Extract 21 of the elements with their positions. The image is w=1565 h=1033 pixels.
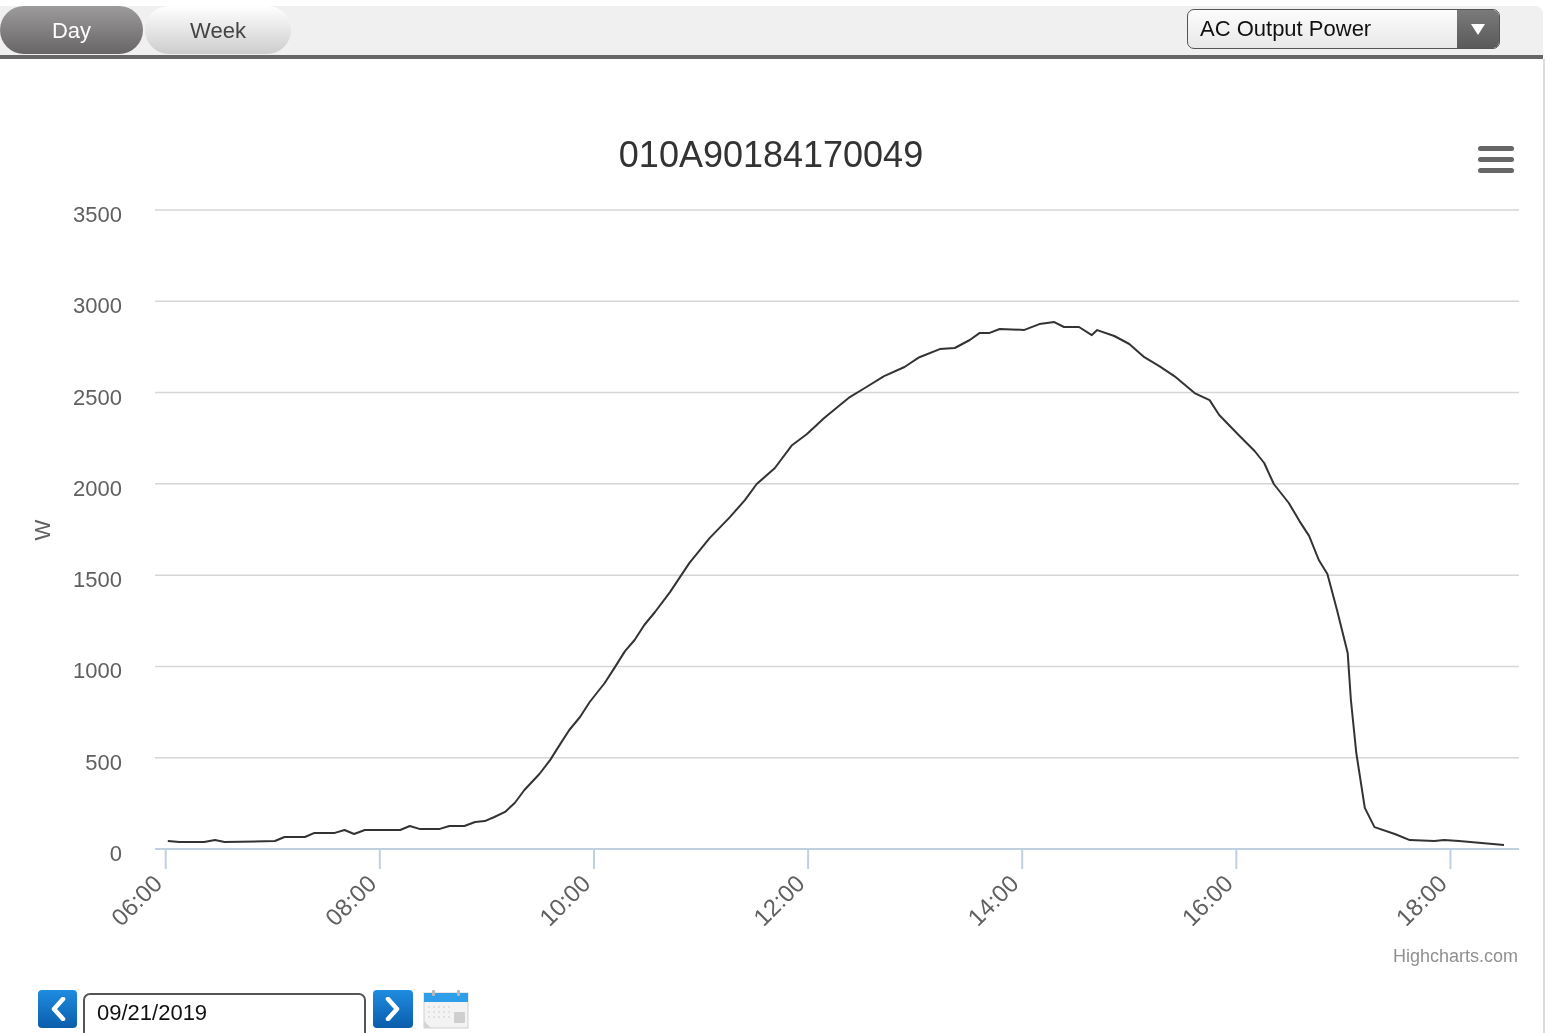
y-axis-label: 3000: [73, 293, 122, 319]
y-axis-label: 1000: [73, 658, 122, 684]
period-tab[interactable]: Week: [145, 6, 291, 54]
previous-day-button[interactable]: [38, 990, 77, 1028]
caret-icon[interactable]: [1457, 10, 1499, 48]
date-field[interactable]: 09/21/2019: [83, 993, 366, 1033]
chevron-left-icon: [49, 997, 66, 1021]
y-axis-title: W: [30, 519, 55, 541]
y-axis-label: 2000: [73, 475, 122, 501]
metric-dropdown[interactable]: AC Output Power: [1187, 9, 1500, 49]
period-tab[interactable]: Day: [0, 6, 143, 54]
calendar-icon[interactable]: [423, 990, 469, 1029]
y-axis-label: 1500: [73, 567, 122, 593]
menu-icon[interactable]: [1478, 146, 1514, 173]
y-axis-label: 0: [109, 841, 122, 866]
y-axis-label: 3500: [73, 202, 122, 227]
chevron-right-icon: [385, 997, 401, 1021]
chart-title: 010A90184170049: [618, 134, 924, 175]
y-axis-label: 2500: [73, 384, 122, 410]
next-day-button[interactable]: [373, 990, 413, 1028]
y-axis-label: 500: [85, 749, 122, 775]
